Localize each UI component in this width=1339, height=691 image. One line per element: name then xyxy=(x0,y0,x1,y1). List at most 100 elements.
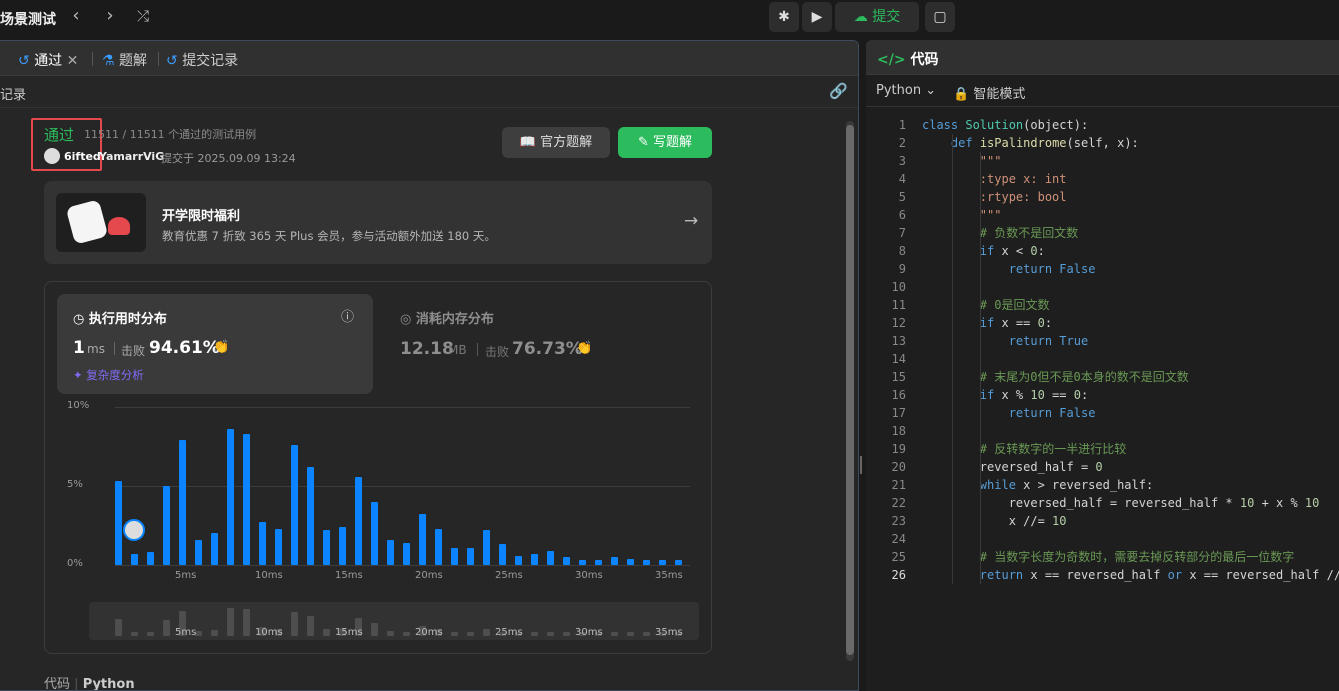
code-line[interactable]: 13 return True xyxy=(866,332,1339,350)
left-panel: ↺ 通过 ✕ ⚗ 题解 ↺ 提交记录 记录 🔗 通过 11511 / 11511… xyxy=(0,40,859,691)
code-line[interactable]: 11 # 0是回文数 xyxy=(866,296,1339,314)
debug-icon[interactable]: ✱ xyxy=(769,2,799,32)
code-text: if x < 0: xyxy=(979,244,1045,258)
write-solution-button[interactable]: ✎ 写题解 xyxy=(618,127,712,158)
chart-bar[interactable] xyxy=(275,528,282,565)
chart-bar[interactable] xyxy=(355,476,362,565)
code-line[interactable]: 3 """ xyxy=(866,152,1339,170)
code-line[interactable]: 2 def isPalindrome(self, x): xyxy=(866,134,1339,152)
tab-code[interactable]: </> 代码 xyxy=(877,49,938,69)
chart-bar[interactable] xyxy=(659,560,666,565)
flask-icon: ⚗ xyxy=(102,53,115,69)
code-line[interactable]: 8 if x < 0: xyxy=(866,242,1339,260)
code-line[interactable]: 24 xyxy=(866,530,1339,548)
chart-bar[interactable] xyxy=(243,433,250,565)
code-line[interactable]: 12 if x == 0: xyxy=(866,314,1339,332)
runtime-card[interactable]: ◷ 执行用时分布 ⓘ 1 ms 击败 94.61% 👏 ✦ 复杂度分析 xyxy=(57,294,373,394)
code-line[interactable]: 16 if x % 10 == 0: xyxy=(866,386,1339,404)
note-icon[interactable]: ▢ xyxy=(925,2,955,32)
code-line[interactable]: 6 """ xyxy=(866,206,1339,224)
code-line[interactable]: 14 xyxy=(866,350,1339,368)
chart-bar[interactable] xyxy=(483,530,490,565)
chart-bar[interactable] xyxy=(419,514,426,565)
chart-bar[interactable] xyxy=(403,542,410,565)
tab-submissions[interactable]: ↺ 提交记录 xyxy=(166,50,238,70)
chart-bar[interactable] xyxy=(547,550,554,565)
memory-title[interactable]: 消耗内存分布 xyxy=(416,312,494,327)
chart-bar[interactable] xyxy=(563,557,570,565)
official-solution-button[interactable]: 📖 官方题解 xyxy=(502,127,610,158)
editor-toolbar: Python ⌄ 🔒 智能模式 xyxy=(866,76,1339,107)
chart-bar[interactable] xyxy=(131,553,138,565)
chart-bar[interactable] xyxy=(387,539,394,565)
code-line[interactable]: 20 reversed_half = 0 xyxy=(866,458,1339,476)
chart-bar[interactable] xyxy=(195,539,202,565)
username-2[interactable]: YamarrViG xyxy=(99,150,164,163)
line-number: 12 xyxy=(891,316,906,330)
chart-bar[interactable] xyxy=(147,552,154,565)
code-line[interactable]: 21 while x > reversed_half: xyxy=(866,476,1339,494)
smart-mode[interactable]: 🔒 智能模式 xyxy=(953,83,1025,102)
chart-bar[interactable] xyxy=(307,467,314,565)
scrollbar[interactable] xyxy=(846,121,854,661)
info-icon[interactable]: ⓘ xyxy=(341,306,354,325)
code-line[interactable]: 7 # 负数不是回文数 xyxy=(866,224,1339,242)
chart-bar[interactable] xyxy=(515,555,522,565)
chart-bar[interactable] xyxy=(499,544,506,565)
language-select[interactable]: Python ⌄ xyxy=(876,83,936,98)
chart-bar[interactable] xyxy=(435,528,442,565)
next-icon[interactable]: › xyxy=(98,6,122,28)
chart-bar[interactable] xyxy=(531,553,538,565)
close-icon[interactable]: ✕ xyxy=(67,53,79,69)
resize-handle[interactable] xyxy=(860,456,862,474)
run-button[interactable]: ▶ xyxy=(802,2,832,32)
code-line[interactable]: 17 return False xyxy=(866,404,1339,422)
link-icon[interactable]: 🔗 xyxy=(829,82,848,100)
code-line[interactable]: 1 class Solution(object): xyxy=(866,116,1339,134)
chart-bar[interactable] xyxy=(611,557,618,565)
chart-bar[interactable] xyxy=(163,486,170,565)
shuffle-icon[interactable]: ⤮ xyxy=(131,6,155,28)
code-line[interactable]: 15 # 末尾为0但不是0本身的数不是回文数 xyxy=(866,368,1339,386)
tab-solution[interactable]: ⚗ 题解 xyxy=(102,50,147,70)
chart-bar[interactable] xyxy=(643,560,650,565)
scrollbar-thumb[interactable] xyxy=(846,125,854,655)
line-number: 20 xyxy=(891,460,906,474)
submit-button[interactable]: ☁ 提交 xyxy=(835,2,919,32)
chart-bar[interactable] xyxy=(451,547,458,565)
chart-bar[interactable] xyxy=(579,560,586,565)
code-line[interactable]: 26 return x == reversed_half or x == rev… xyxy=(866,566,1339,584)
code-line[interactable]: 4 :type x: int xyxy=(866,170,1339,188)
chart-bar[interactable] xyxy=(595,560,602,565)
username[interactable]: 6ifted xyxy=(64,150,101,163)
code-line[interactable]: 22 reversed_half = reversed_half * 10 + … xyxy=(866,494,1339,512)
chart-bar[interactable] xyxy=(179,440,186,565)
chart-bar[interactable] xyxy=(627,558,634,565)
chart-bar[interactable] xyxy=(371,501,378,565)
code-line[interactable]: 18 xyxy=(866,422,1339,440)
tab-passed[interactable]: ↺ 通过 ✕ xyxy=(18,50,78,70)
chart-bar[interactable] xyxy=(323,530,330,565)
chart-bar[interactable] xyxy=(291,444,298,565)
code-line[interactable]: 9 return False xyxy=(866,260,1339,278)
chart-bar[interactable] xyxy=(227,429,234,565)
minimap-bar xyxy=(147,632,154,636)
chart-bar[interactable] xyxy=(115,481,122,565)
chart-bar[interactable] xyxy=(211,533,218,565)
code-line[interactable]: 10 xyxy=(866,278,1339,296)
minimap-tick-label: 10ms xyxy=(255,627,283,638)
code-line[interactable]: 19 # 反转数字的一半进行比较 xyxy=(866,440,1339,458)
chart-bar[interactable] xyxy=(339,527,346,565)
code-line[interactable]: 23 x //= 10 xyxy=(866,512,1339,530)
chart-bar[interactable] xyxy=(675,560,682,565)
line-number: 11 xyxy=(891,298,906,312)
code-line[interactable]: 25 # 当数字长度为奇数时，需要去掉反转部分的最后一位数字 xyxy=(866,548,1339,566)
complexity-link[interactable]: 复杂度分析 xyxy=(86,368,144,382)
minimap-tick-label: 20ms xyxy=(415,627,443,638)
chart-bar[interactable] xyxy=(467,547,474,565)
book-icon: 📖 xyxy=(519,135,537,150)
prev-icon[interactable]: ‹ xyxy=(64,6,88,28)
chart-bar[interactable] xyxy=(259,522,266,565)
code-line[interactable]: 5 :rtype: bool xyxy=(866,188,1339,206)
promo-banner[interactable]: 开学限时福利 教育优惠 7 折致 365 天 Plus 会员，参与活动额外加送 … xyxy=(44,181,712,264)
